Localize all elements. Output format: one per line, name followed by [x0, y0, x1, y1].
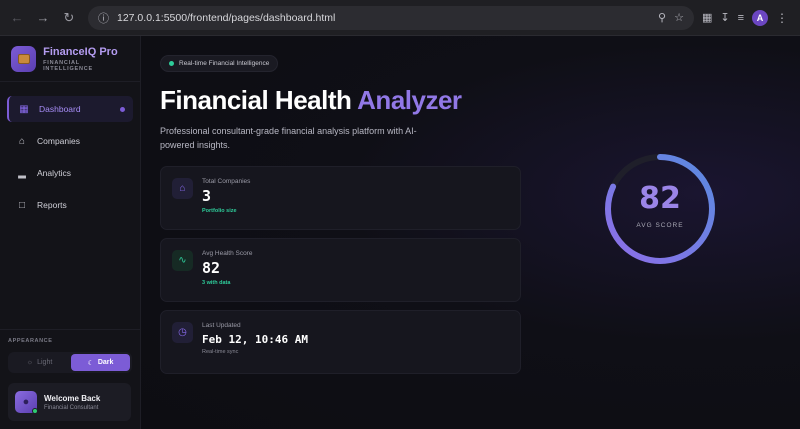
- media-control-icon[interactable]: ≡: [738, 12, 744, 24]
- building-icon: ⌂: [172, 178, 193, 199]
- stat-value: 3: [202, 187, 212, 205]
- gauge-label: AVG SCORE: [636, 222, 684, 229]
- live-badge: Real-time Financial Intelligence: [160, 55, 279, 72]
- stat-label: Last Updated: [202, 322, 241, 329]
- appearance-section: APPEARANCE ☼ Light ☾ Dark: [0, 329, 140, 373]
- stat-sub: 3 with data: [202, 280, 231, 286]
- download-icon[interactable]: ↧: [720, 11, 729, 24]
- stat-card-total-companies: ⌂ Total Companies 3 Portfolio size: [160, 166, 521, 230]
- stat-label: Avg Health Score: [202, 250, 253, 257]
- brand-name: FinanceIQ Pro: [43, 45, 118, 58]
- sidebar-item-label: Reports: [37, 200, 67, 210]
- sidebar-item-dashboard[interactable]: ▦ Dashboard: [7, 96, 133, 122]
- stats-cards: ⌂ Total Companies 3 Portfolio size ∿ Avg…: [160, 166, 521, 374]
- sidebar-item-analytics[interactable]: ▂ Analytics: [7, 160, 133, 186]
- online-status-dot: [32, 408, 38, 414]
- site-info-icon[interactable]: ⓘ: [98, 10, 109, 26]
- avatar: ●: [15, 391, 38, 414]
- bookmark-star-icon[interactable]: ☆: [674, 11, 684, 24]
- sidebar-item-label: Analytics: [37, 168, 72, 178]
- stat-value: 82: [202, 259, 221, 277]
- pulse-icon: ∿: [172, 250, 193, 271]
- address-bar[interactable]: ⓘ 127.0.0.1:5500/frontend/pages/dashboar…: [88, 5, 694, 30]
- user-card[interactable]: ● Welcome Back Financial Consultant: [8, 383, 131, 421]
- forward-icon[interactable]: →: [32, 7, 54, 29]
- live-status-dot: [169, 61, 174, 66]
- menu-kebab-icon[interactable]: ⋮: [776, 11, 788, 25]
- brand[interactable]: FinanceIQ Pro FINANCIAL INTELLIGENCE: [0, 36, 140, 82]
- user-icon: ●: [22, 396, 30, 408]
- stat-card-avg-health: ∿ Avg Health Score 82 3 with data: [160, 238, 521, 302]
- back-icon[interactable]: ←: [6, 7, 28, 29]
- main-content: Real-time Financial Intelligence Financi…: [141, 36, 800, 429]
- stat-card-last-updated: ◷ Last Updated Feb 12, 10:46 AM Real-tim…: [160, 310, 521, 374]
- sidebar-item-reports[interactable]: □ Reports: [7, 192, 133, 218]
- appearance-label: APPEARANCE: [8, 338, 53, 344]
- avg-score-gauge: 82 AVG SCORE: [602, 151, 718, 267]
- theme-light-button[interactable]: ☼ Light: [10, 354, 69, 371]
- page-title: Financial Health Analyzer: [160, 85, 462, 115]
- home-icon: ⌂: [18, 135, 26, 147]
- briefcase-logo-icon: [11, 45, 37, 72]
- stat-value: Feb 12, 10:46 AM: [202, 333, 308, 346]
- theme-toggle: ☼ Light ☾ Dark: [8, 352, 132, 373]
- extensions-icon[interactable]: ▦: [702, 11, 712, 24]
- sidebar-item-label: Dashboard: [39, 104, 81, 114]
- page-subtitle: Professional consultant-grade financial …: [160, 126, 417, 150]
- user-role: Financial Consultant: [44, 404, 99, 411]
- moon-icon: ☾: [87, 359, 94, 367]
- theme-dark-button[interactable]: ☾ Dark: [71, 354, 130, 371]
- url-text[interactable]: 127.0.0.1:5500/frontend/pages/dashboard.…: [117, 12, 650, 24]
- document-icon: □: [18, 199, 26, 211]
- sidebar-nav: ▦ Dashboard ⌂ Companies ▂ Analytics □ Re…: [0, 82, 140, 232]
- stat-sub: Real-time sync: [202, 349, 239, 355]
- user-name: Welcome Back: [44, 393, 101, 403]
- grid-icon: ▦: [19, 103, 29, 115]
- sidebar-item-label: Companies: [37, 136, 80, 146]
- browser-toolbar: ← → ↻ ⓘ 127.0.0.1:5500/frontend/pages/da…: [0, 0, 800, 36]
- sidebar: FinanceIQ Pro FINANCIAL INTELLIGENCE ▦ D…: [0, 36, 141, 429]
- sun-icon: ☼: [26, 359, 34, 366]
- zoom-icon[interactable]: ⚲: [658, 11, 666, 24]
- sidebar-item-companies[interactable]: ⌂ Companies: [7, 128, 133, 154]
- clock-icon: ◷: [172, 322, 193, 343]
- stat-sub: Portfolio size: [202, 208, 237, 214]
- profile-avatar[interactable]: A: [752, 9, 768, 26]
- reload-icon[interactable]: ↻: [58, 7, 80, 29]
- active-indicator-dot: [120, 106, 125, 112]
- stat-label: Total Companies: [202, 178, 251, 185]
- bar-chart-icon: ▂: [18, 167, 26, 179]
- brand-tagline: FINANCIAL INTELLIGENCE: [43, 59, 94, 72]
- gauge-value: 82: [639, 181, 681, 216]
